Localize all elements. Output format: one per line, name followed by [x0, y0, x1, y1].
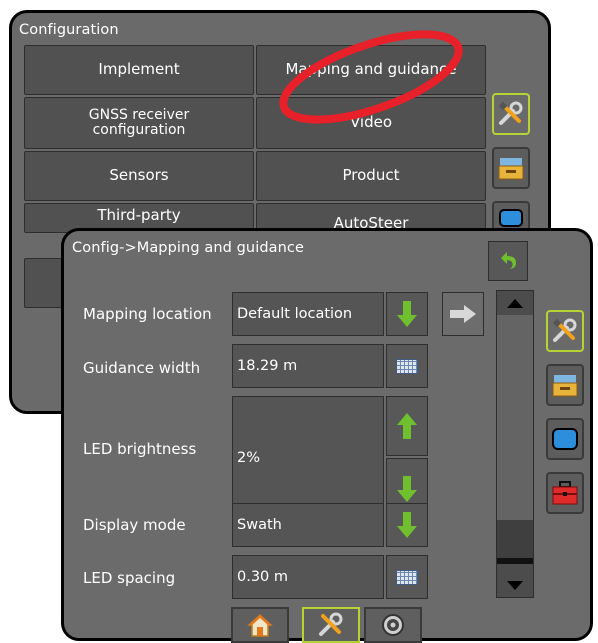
side-tab-display[interactable] [546, 418, 584, 460]
tools-icon [319, 612, 343, 636]
console-icon [498, 158, 524, 180]
mapping-location-field[interactable]: Default location [232, 292, 384, 336]
gnss-receiver-button[interactable]: GNSS receiver configuration [24, 97, 254, 149]
undo-arrow-icon [501, 252, 516, 269]
display-icon [552, 428, 578, 450]
video-button[interactable]: Video [256, 97, 486, 149]
side-tab-toolbox[interactable] [546, 472, 584, 514]
bottom-tab-tools[interactable] [302, 607, 360, 643]
guidance-width-label: Guidance width [83, 359, 201, 377]
scroll-up-button[interactable] [497, 291, 533, 315]
side-tab-tools[interactable] [546, 310, 584, 352]
arrow-down-icon [397, 301, 417, 327]
next-button[interactable] [442, 292, 484, 336]
mapping-guidance-window: Config->Mapping and guidance Mapping loc… [61, 228, 593, 643]
toolbox-icon [552, 481, 578, 505]
arrow-up-icon [397, 413, 417, 439]
side-tab-tools[interactable] [492, 93, 530, 135]
led-spacing-keyboard[interactable] [386, 555, 428, 599]
bottom-tab-home[interactable] [231, 607, 289, 643]
led-brightness-up[interactable] [386, 396, 428, 456]
led-spacing-label: LED spacing [83, 569, 176, 587]
gauge-icon [382, 614, 404, 636]
arrow-right-icon [450, 305, 476, 323]
scroll-track [497, 315, 533, 520]
guidance-width-field[interactable]: 18.29 m [232, 344, 384, 388]
console-icon [552, 375, 578, 397]
window-title: Config->Mapping and guidance [72, 240, 305, 256]
mapping-location-label: Mapping location [83, 305, 212, 323]
scrollbar[interactable] [496, 290, 534, 598]
side-tab-console[interactable] [546, 364, 584, 406]
window-title: Configuration [19, 22, 119, 38]
mapping-location-dropdown[interactable] [386, 292, 428, 336]
triangle-up-icon [507, 298, 523, 308]
led-brightness-label: LED brightness [83, 440, 197, 458]
scroll-thumb[interactable] [497, 520, 533, 558]
side-tab-console[interactable] [492, 147, 530, 189]
sensors-button[interactable]: Sensors [24, 151, 254, 201]
led-brightness-field[interactable]: 2% [232, 396, 384, 520]
arrow-down-icon [397, 512, 417, 538]
tools-icon [498, 101, 523, 125]
display-mode-label: Display mode [83, 516, 186, 534]
scroll-down-button[interactable] [497, 573, 533, 597]
guidance-width-keyboard[interactable] [386, 344, 428, 388]
partial-button[interactable] [24, 258, 66, 308]
display-mode-field[interactable]: Swath [232, 503, 384, 547]
display-mode-dropdown[interactable] [386, 503, 428, 547]
back-button[interactable] [488, 241, 528, 281]
arrow-down-icon [397, 476, 417, 502]
led-spacing-field[interactable]: 0.30 m [232, 555, 384, 599]
keyboard-icon [396, 569, 418, 585]
bottom-tab-gauge[interactable] [364, 607, 422, 643]
tools-icon [552, 318, 577, 342]
mapping-guidance-button[interactable]: Mapping and guidance [256, 45, 486, 95]
triangle-down-icon [507, 580, 523, 590]
keyboard-icon [396, 358, 418, 374]
home-icon [247, 613, 273, 637]
display-icon [499, 209, 523, 227]
implement-button[interactable]: Implement [24, 45, 254, 95]
product-button[interactable]: Product [256, 151, 486, 201]
